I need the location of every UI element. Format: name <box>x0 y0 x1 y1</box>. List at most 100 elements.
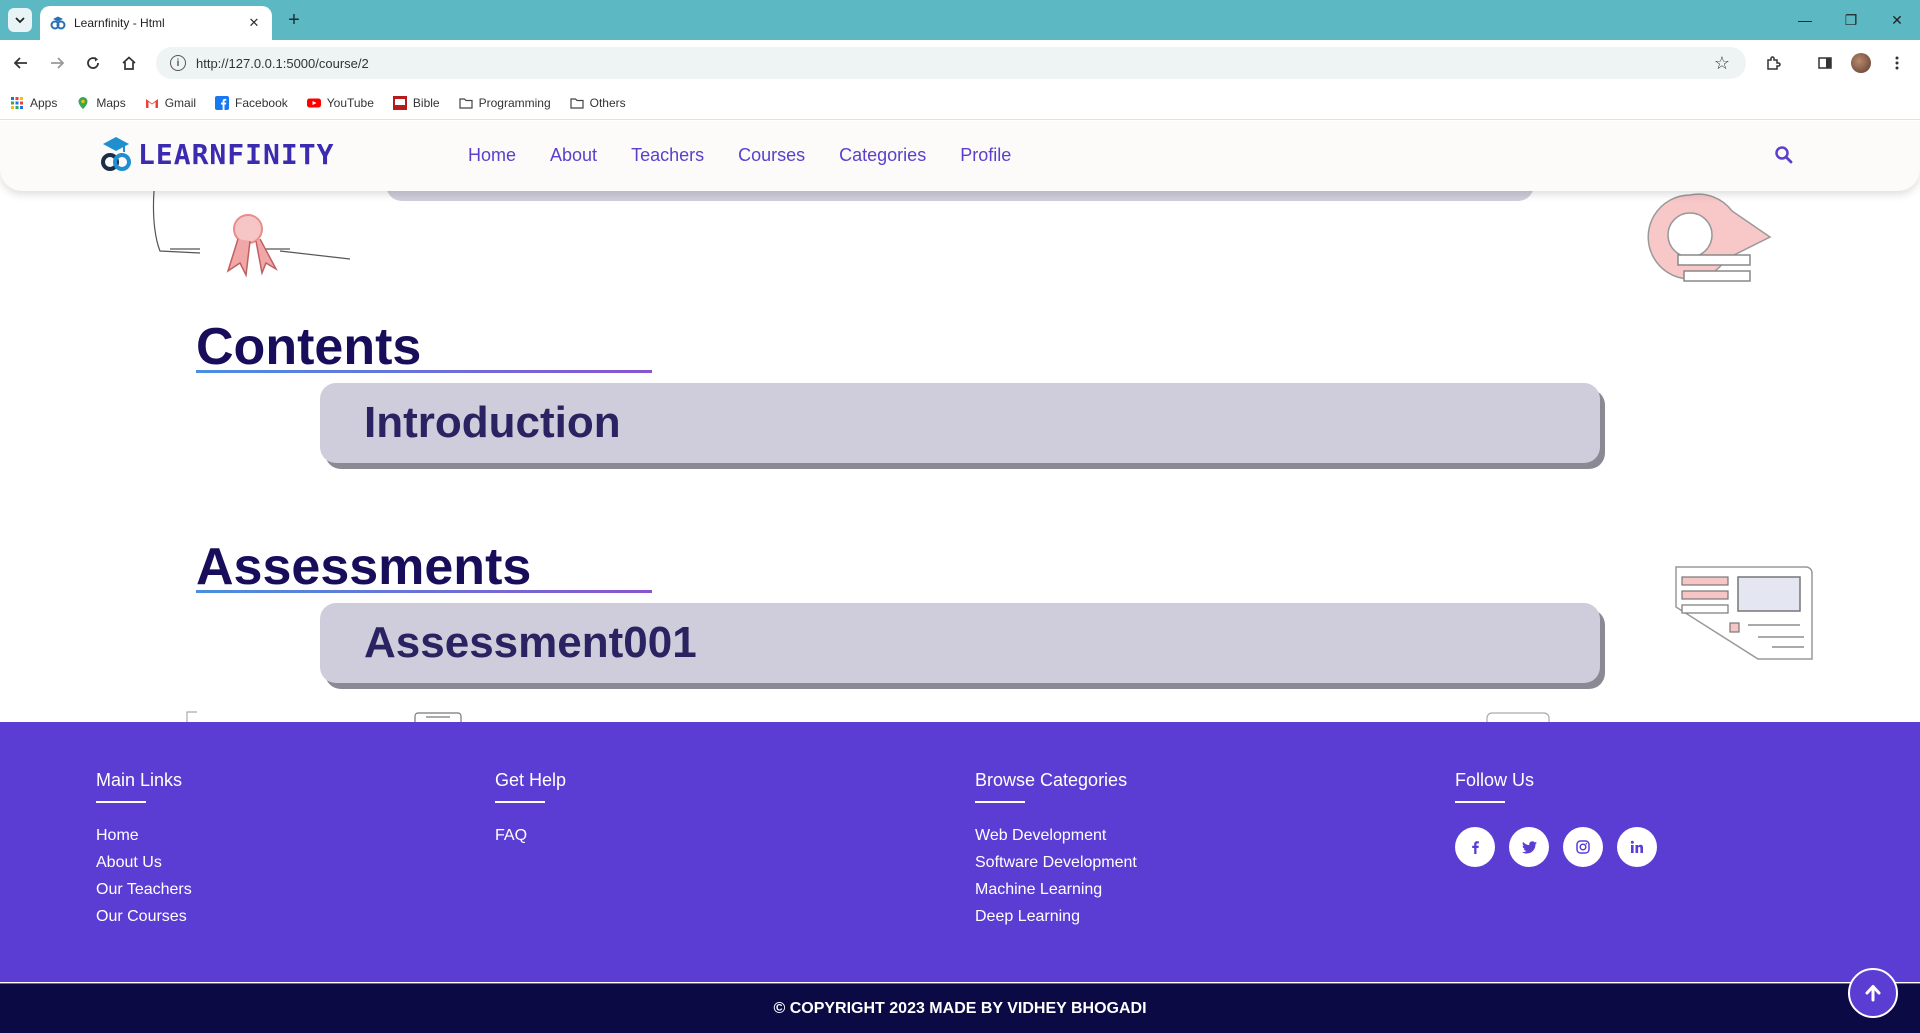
footer-column-title: Follow Us <box>1455 770 1535 790</box>
extensions-button[interactable] <box>1758 48 1788 78</box>
partial-decoration-icon <box>1486 712 1550 722</box>
address-bar[interactable]: i http://127.0.0.1:5000/course/2 ☆ <box>156 47 1746 79</box>
bookmark-star-icon[interactable]: ☆ <box>1714 53 1730 74</box>
footer-link-our-courses[interactable]: Our Courses <box>96 908 192 926</box>
maps-pin-icon <box>78 96 88 109</box>
folder-icon <box>570 97 584 109</box>
copyright-text: © COPYRIGHT 2023 MADE BY VIDHEY BHOGADI <box>773 999 1147 1017</box>
bookmark-youtube[interactable]: YouTube <box>306 95 374 110</box>
content-item-introduction[interactable]: Introduction <box>320 383 1600 463</box>
restore-icon[interactable]: ❐ <box>1828 0 1874 40</box>
footer-link-our-teachers[interactable]: Our Teachers <box>96 881 192 899</box>
bookmark-maps[interactable]: Maps <box>76 96 126 110</box>
puzzle-icon <box>1767 56 1781 70</box>
arrow-up-icon <box>1865 985 1881 1002</box>
side-panel-icon <box>1818 57 1832 69</box>
bookmark-label: Facebook <box>235 95 288 110</box>
footer-link-about-us[interactable]: About Us <box>96 854 192 872</box>
nav-link-profile[interactable]: Profile <box>960 145 1011 166</box>
youtube-icon <box>306 98 321 107</box>
footer-link-machine-learning[interactable]: Machine Learning <box>975 881 1137 899</box>
footer-link-software-development[interactable]: Software Development <box>975 854 1137 872</box>
footer-link-web-development[interactable]: Web Development <box>975 827 1137 845</box>
footer-link-faq[interactable]: FAQ <box>495 827 566 845</box>
learnfinity-favicon-icon <box>50 16 66 30</box>
document-decoration-icon <box>1675 566 1813 660</box>
tab-title: Learnfinity - Html <box>74 16 165 30</box>
bookmark-gmail[interactable]: Gmail <box>145 96 196 110</box>
nav-link-about[interactable]: About <box>550 145 597 166</box>
chat-bubble-decoration-icon <box>1647 193 1772 282</box>
new-tab-button[interactable]: + <box>282 8 306 32</box>
footer-link-deep-learning[interactable]: Deep Learning <box>975 908 1137 926</box>
gmail-icon <box>145 98 158 108</box>
folder-icon <box>458 97 473 109</box>
footer-title-underline <box>495 801 545 803</box>
bookmarks-bar: Apps Maps Gmail Facebook YouTube Bible P… <box>0 86 1920 120</box>
side-panel-button[interactable] <box>1810 48 1840 78</box>
facebook-icon <box>215 95 230 110</box>
url-text: http://127.0.0.1:5000/course/2 <box>196 55 369 71</box>
footer-title-underline <box>96 801 146 803</box>
arrow-left-icon <box>13 57 27 69</box>
site-info-icon[interactable]: i <box>170 55 186 71</box>
bookmark-programming[interactable]: Programming <box>458 95 551 110</box>
assessment-item[interactable]: Assessment001 <box>320 603 1600 683</box>
bookmark-label: Apps <box>30 95 58 110</box>
instagram-icon <box>1576 840 1590 854</box>
page-viewport: LEARNFINITY Home About Teachers Courses … <box>0 121 1920 1033</box>
site-logo[interactable]: LEARNFINITY <box>100 134 334 174</box>
forward-button[interactable] <box>42 48 72 78</box>
footer-browse-categories: Browse Categories Web Development Softwa… <box>975 770 1137 935</box>
certificate-decoration-icon <box>152 190 351 278</box>
footer-main-links: Main Links Home About Us Our Teachers Ou… <box>96 770 192 935</box>
twitter-link[interactable] <box>1509 827 1549 867</box>
profile-button[interactable] <box>1846 48 1876 78</box>
nav-link-teachers[interactable]: Teachers <box>631 145 704 166</box>
bookmark-label: YouTube <box>326 95 374 110</box>
assessments-heading: Assessments <box>196 538 532 596</box>
reload-button[interactable] <box>78 48 108 78</box>
window-controls: — ❐ ✕ <box>1782 0 1920 40</box>
search-icon[interactable] <box>1774 145 1794 165</box>
reload-icon <box>87 57 99 69</box>
home-button[interactable] <box>114 48 144 78</box>
back-button[interactable] <box>6 48 36 78</box>
close-tab-icon[interactable]: ✕ <box>246 15 262 31</box>
bookmark-facebook[interactable]: Facebook <box>215 95 288 110</box>
tab-search-button[interactable] <box>8 8 32 32</box>
main-nav: Home About Teachers Courses Categories P… <box>468 145 1045 166</box>
linkedin-icon <box>1630 840 1643 853</box>
partial-decoration-icon <box>186 711 197 722</box>
bookmark-others[interactable]: Others <box>570 96 626 110</box>
footer-link-home[interactable]: Home <box>96 827 192 845</box>
linkedin-link[interactable] <box>1617 827 1657 867</box>
twitter-icon <box>1521 840 1537 853</box>
bookmark-apps[interactable]: Apps <box>10 96 57 110</box>
footer-column-title: Get Help <box>495 770 567 790</box>
browser-tab[interactable]: Learnfinity - Html ✕ <box>40 6 272 40</box>
arrow-right-icon <box>51 57 65 69</box>
more-vertical-icon <box>1895 56 1899 70</box>
footer-title-underline <box>975 801 1025 803</box>
bookmark-bible[interactable]: Bible <box>392 95 440 110</box>
brand-name: LEARNFINITY <box>138 137 335 171</box>
browser-tab-bar: Learnfinity - Html ✕ + — ❐ ✕ <box>0 0 1920 40</box>
nav-link-home[interactable]: Home <box>468 145 516 166</box>
minimize-icon[interactable]: — <box>1782 0 1828 40</box>
facebook-link[interactable] <box>1455 827 1495 867</box>
footer-get-help: Get Help FAQ <box>495 770 566 854</box>
close-window-icon[interactable]: ✕ <box>1874 0 1920 40</box>
site-footer: Main Links Home About Us Our Teachers Ou… <box>0 722 1920 982</box>
scroll-to-top-button[interactable] <box>1848 968 1898 1018</box>
contents-heading-underline <box>196 370 652 373</box>
nav-link-courses[interactable]: Courses <box>738 145 805 166</box>
browser-menu-button[interactable] <box>1882 48 1912 78</box>
bookmark-label: Bible <box>412 95 440 110</box>
bookmark-label: Programming <box>478 95 551 110</box>
bookmark-label: Others <box>589 95 626 110</box>
copyright-bar: © COPYRIGHT 2023 MADE BY VIDHEY BHOGADI <box>0 983 1920 1033</box>
instagram-link[interactable] <box>1563 827 1603 867</box>
nav-link-categories[interactable]: Categories <box>839 145 926 166</box>
footer-title-underline <box>1455 801 1505 803</box>
